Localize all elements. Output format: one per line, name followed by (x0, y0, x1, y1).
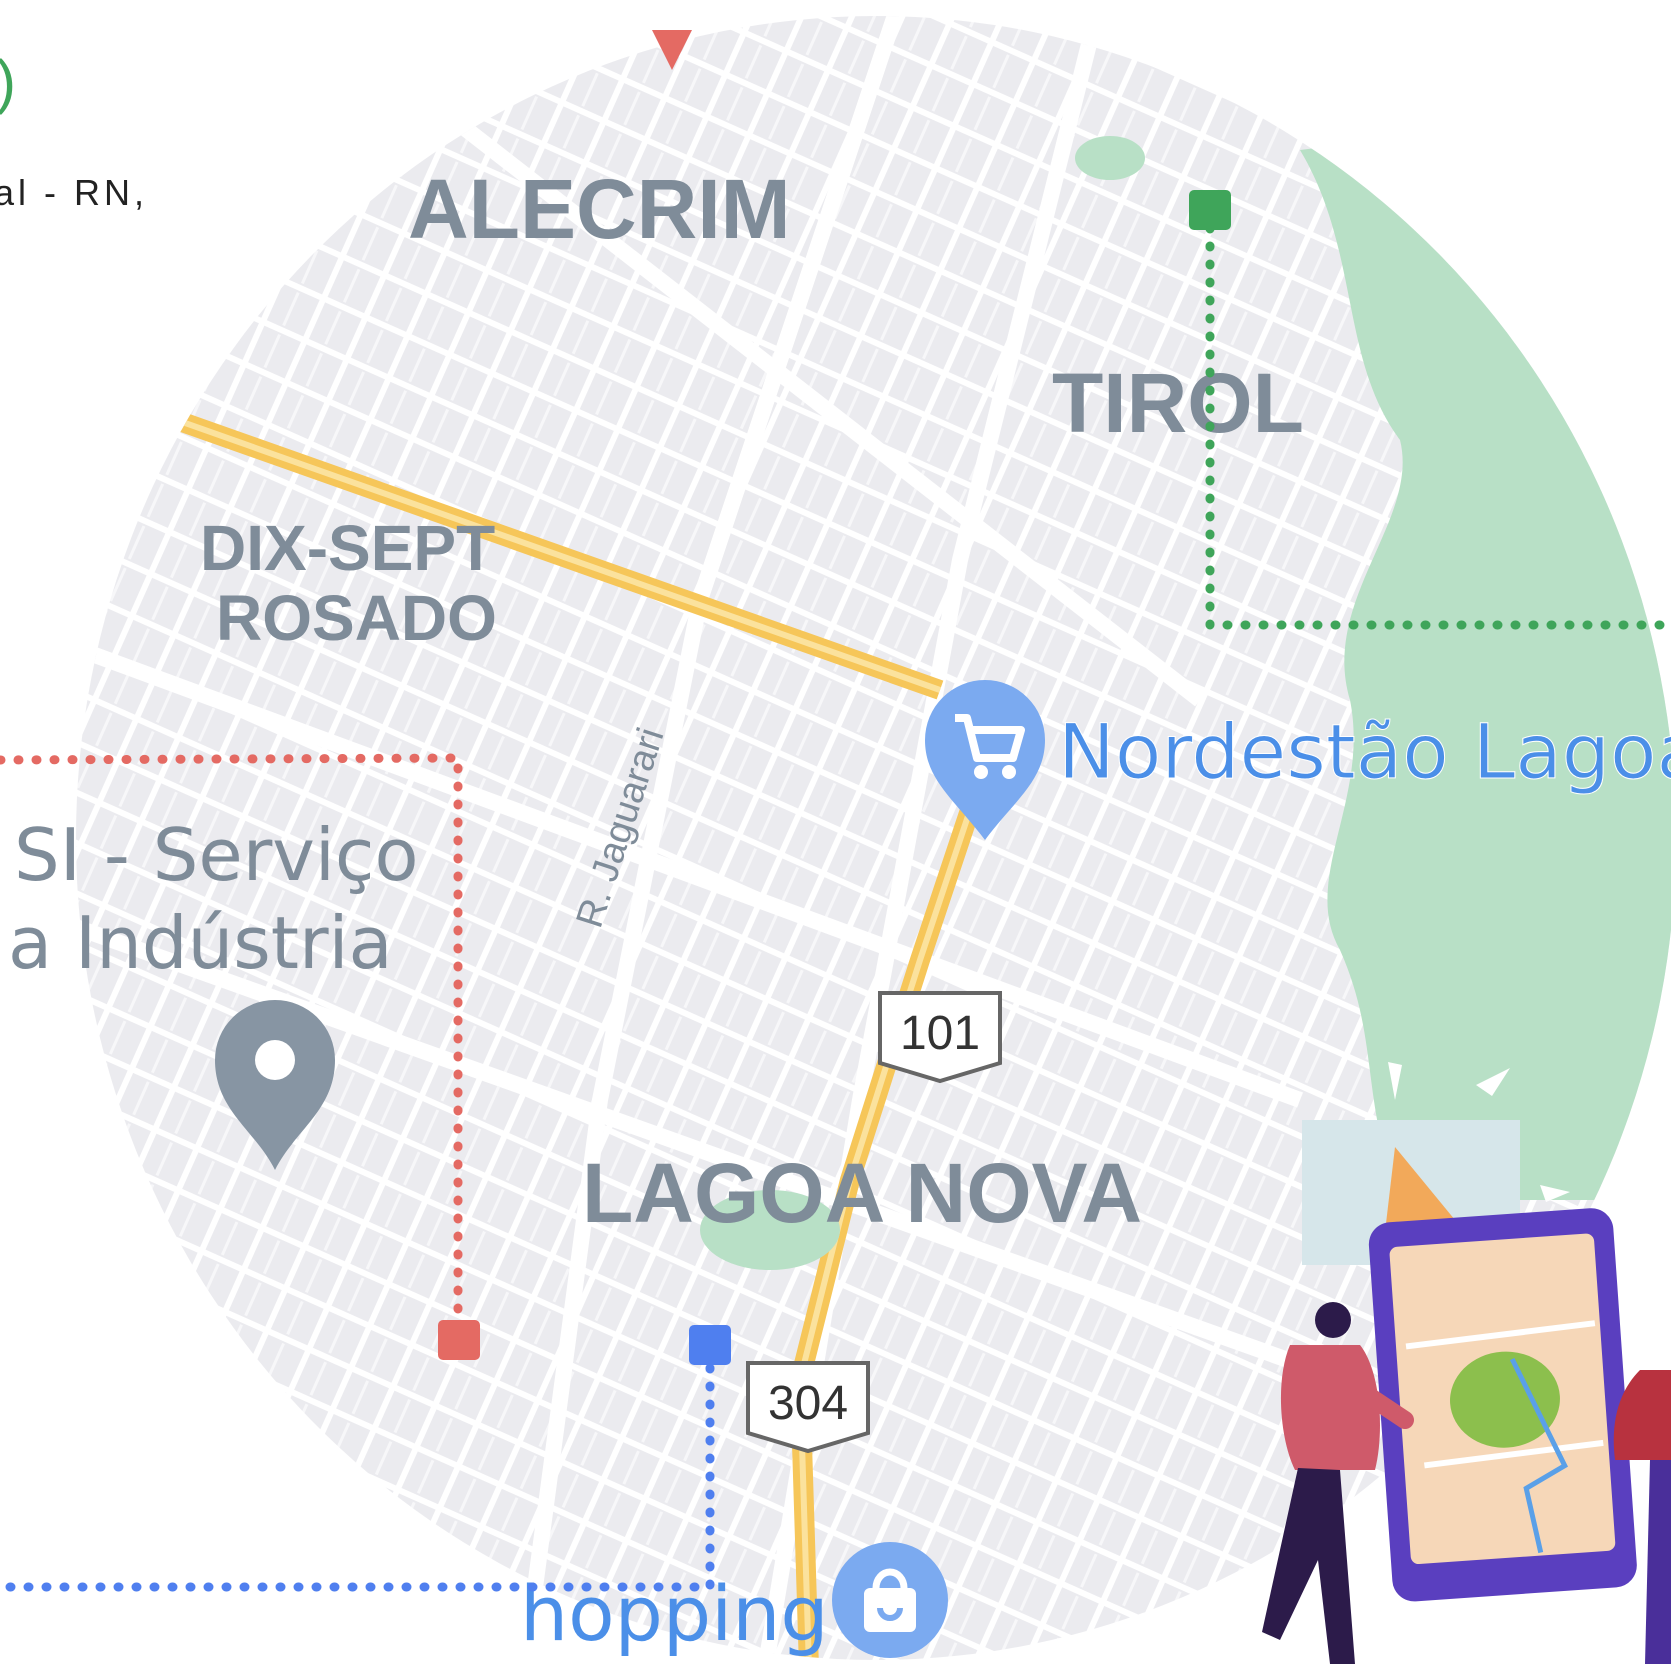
red-marker[interactable] (438, 1320, 480, 1360)
park-patch (1075, 136, 1145, 180)
poi-label-senai-line1[interactable]: SI - Serviço (14, 813, 419, 897)
district-lagoa-nova: LAGOA NOVA (582, 1146, 1142, 1240)
district-dix-sept-line1: DIX-SEPT (200, 512, 495, 584)
route-101-label: 101 (900, 1007, 980, 1060)
poi-label-nordestao[interactable]: Nordestão Lagoa (1058, 707, 1671, 797)
green-marker[interactable] (1189, 190, 1231, 230)
route-shield-101: 101 (878, 991, 1002, 1084)
district-tirol: TIROL (1052, 356, 1304, 450)
route-shield-304: 304 (746, 1361, 870, 1454)
poi-label-shopping[interactable]: hopping (520, 1569, 829, 1658)
district-alecrim: ALECRIM (408, 162, 791, 256)
route-304-label: 304 (768, 1377, 848, 1430)
district-dix-sept-line2: ROSADO (216, 582, 497, 654)
shopping-bag-icon[interactable] (832, 1542, 948, 1658)
poi-label-senai-line2[interactable]: a Indústria (8, 901, 393, 985)
map-view[interactable]: ALECRIM TIROL DIX-SEPT ROSADO LAGOA NOVA… (0, 0, 1671, 1664)
blue-marker[interactable] (689, 1325, 731, 1365)
